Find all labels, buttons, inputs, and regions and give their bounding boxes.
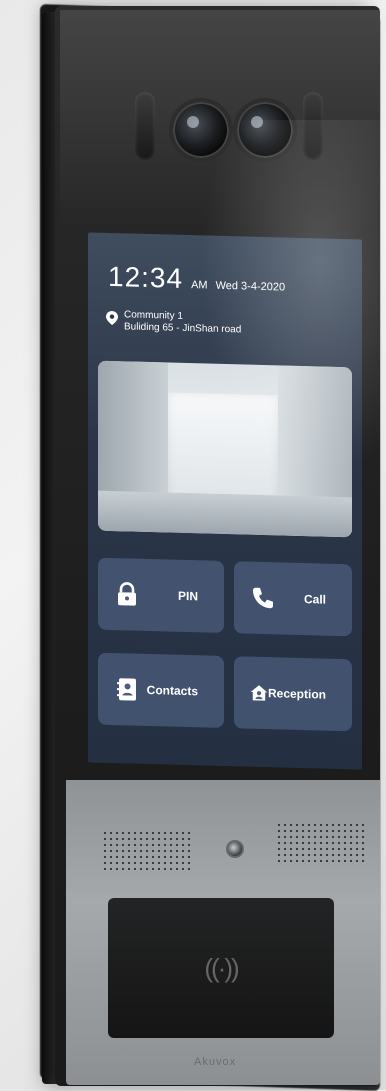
clock-row: 12:34 AM Wed 3-4-2020 [108,261,285,298]
contact-book-icon [117,678,136,701]
camera-lens-right-icon [233,98,297,162]
left-ir-sensor [135,92,155,160]
phone-icon [253,587,273,609]
location-line-2: Buliding 65 - JinShan road [124,321,242,336]
call-label: Call [303,592,326,607]
indicator-light [226,840,244,858]
lock-icon [118,582,136,606]
rfid-card-reader[interactable]: ((·)) [108,898,334,1038]
call-button[interactable]: Call [234,561,352,637]
contacts-button[interactable]: Contacts [98,652,224,728]
rfid-icon: ((·)) [204,952,239,983]
location-text: Community 1 Buliding 65 - JinShan road [124,309,241,336]
map-pin-icon [106,311,118,326]
reception-label: Reception [267,686,326,702]
clock-time: 12:34 [108,260,184,294]
reception-button[interactable]: Reception [234,656,352,732]
home-user-icon [250,685,268,701]
clock-ampm: AM [191,279,208,292]
metal-front-panel: ((·)) Akuvox [66,780,380,1085]
camera-module [135,88,325,168]
touch-screen: 12:34 AM Wed 3-4-2020 Community 1 Bulidi… [88,232,362,770]
preview-floor [98,490,352,538]
contacts-label: Contacts [146,682,198,699]
camera-preview[interactable] [98,360,352,538]
speaker-grille-left [102,830,192,870]
lens-reflection [251,116,263,128]
brand-logo: Akuvox [194,1056,237,1068]
lens-reflection [187,116,199,128]
pin-label: PIN [177,588,198,604]
location-info: Community 1 Buliding 65 - JinShan road [106,309,241,337]
right-ir-sensor [303,92,323,160]
pin-button[interactable]: PIN [98,557,224,633]
speaker-grille-right [276,822,366,862]
camera-lens-left-icon [169,98,233,162]
clock-date: Wed 3-4-2020 [215,279,286,294]
preview-corridor [168,392,278,506]
